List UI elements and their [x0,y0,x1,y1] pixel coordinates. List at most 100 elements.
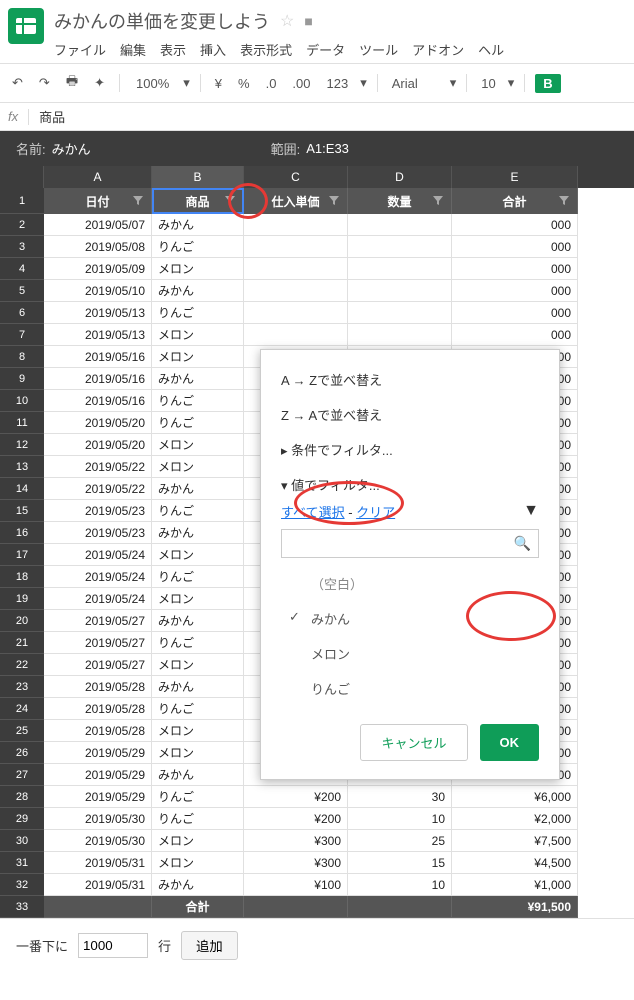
undo-icon[interactable]: ↶ [8,73,27,93]
select-all-corner[interactable] [0,166,44,188]
cell-product[interactable]: りんご [152,808,244,830]
cell-total[interactable]: 000 [452,302,578,324]
col-header-e[interactable]: E [452,166,578,188]
cell-date[interactable]: 2019/05/27 [44,610,152,632]
sort-az[interactable]: A → Zで並べ替え [261,362,559,397]
cell-date[interactable]: 2019/05/22 [44,478,152,500]
cell-date[interactable]: 2019/05/27 [44,654,152,676]
filter-name-value[interactable]: みかん [52,139,91,158]
row-num-1[interactable]: 1 [0,188,44,214]
cell-product[interactable]: みかん [152,764,244,786]
sort-za[interactable]: Z → Aで並べ替え [261,397,559,432]
cell-unit-price[interactable]: ¥300 [244,830,348,852]
print-icon[interactable]: 🖶 [62,70,82,96]
row-num[interactable]: 32 [0,874,44,896]
cell-date[interactable]: 2019/05/16 [44,368,152,390]
redo-icon[interactable]: ↷ [35,73,54,93]
cell-product[interactable]: メロン [152,434,244,456]
cell-date[interactable]: 2019/05/31 [44,852,152,874]
cell-total[interactable]: ¥6,000 [452,786,578,808]
add-rows-button[interactable]: 追加 [181,931,238,960]
filter-icon[interactable] [557,194,571,208]
cell-date[interactable]: 2019/05/08 [44,236,152,258]
cell-product[interactable]: みかん [152,214,244,236]
menu-tools[interactable]: ツール [359,40,398,59]
cell-product[interactable]: メロン [152,588,244,610]
cell-date[interactable]: 2019/05/24 [44,588,152,610]
cell-date[interactable]: 2019/05/31 [44,874,152,896]
clear-link[interactable]: クリア [356,505,395,520]
col-header-c[interactable]: C [244,166,348,188]
cell-product[interactable]: メロン [152,258,244,280]
row-num-33[interactable]: 33 [0,896,44,918]
cell-unit-price[interactable]: ¥300 [244,852,348,874]
row-num[interactable]: 30 [0,830,44,852]
cell-unit-price[interactable]: ¥200 [244,786,348,808]
cell-product[interactable]: りんご [152,412,244,434]
cell-total[interactable]: ¥4,500 [452,852,578,874]
col-header-a[interactable]: A [44,166,152,188]
menu-insert[interactable]: 挿入 [200,40,226,59]
row-num[interactable]: 21 [0,632,44,654]
funnel-icon[interactable]: ▼ [523,502,539,520]
cell-quantity[interactable]: 15 [348,852,452,874]
cell-quantity[interactable] [348,280,452,302]
row-num[interactable]: 7 [0,324,44,346]
cell-product[interactable]: メロン [152,456,244,478]
font-size[interactable]: 10 [477,74,499,93]
cell-total[interactable]: 000 [452,236,578,258]
cell-product[interactable]: みかん [152,676,244,698]
total-cell-c[interactable] [244,896,348,918]
total-cell-a[interactable] [44,896,152,918]
cell-unit-price[interactable] [244,280,348,302]
zoom-select[interactable]: 100% [130,74,175,93]
cell-total[interactable]: ¥2,000 [452,808,578,830]
cell-product[interactable]: メロン [152,742,244,764]
sheets-logo[interactable] [8,8,44,44]
filter-value-blank[interactable]: （空白） [281,566,539,601]
total-label[interactable]: 合計 [152,896,244,918]
font-select[interactable]: Arial [388,74,422,93]
cell-date[interactable]: 2019/05/27 [44,632,152,654]
cell-product[interactable]: メロン [152,654,244,676]
row-num[interactable]: 23 [0,676,44,698]
cell-product[interactable]: りんご [152,500,244,522]
row-num[interactable]: 2 [0,214,44,236]
cell-date[interactable]: 2019/05/24 [44,544,152,566]
row-num[interactable]: 19 [0,588,44,610]
cell-unit-price[interactable]: ¥100 [244,874,348,896]
cell-date[interactable]: 2019/05/23 [44,522,152,544]
row-num[interactable]: 6 [0,302,44,324]
star-icon[interactable]: ☆ [280,11,294,31]
cell-product[interactable]: メロン [152,544,244,566]
cell-unit-price[interactable]: ¥200 [244,808,348,830]
cell-date[interactable]: 2019/05/13 [44,302,152,324]
cell-date[interactable]: 2019/05/28 [44,676,152,698]
cell-product[interactable]: りんご [152,698,244,720]
cell-total[interactable]: 000 [452,280,578,302]
row-num[interactable]: 8 [0,346,44,368]
number-format[interactable]: 123 [323,74,353,93]
decrease-decimal[interactable]: .0 [262,74,281,93]
cell-product[interactable]: メロン [152,324,244,346]
cell-date[interactable]: 2019/05/22 [44,456,152,478]
folder-icon[interactable]: ■ [304,13,312,29]
row-num[interactable]: 17 [0,544,44,566]
filter-icon[interactable] [327,194,341,208]
cell-date[interactable]: 2019/05/10 [44,280,152,302]
filter-icon[interactable] [131,194,145,208]
cell-date[interactable]: 2019/05/20 [44,434,152,456]
cell-product[interactable]: みかん [152,280,244,302]
row-num[interactable]: 20 [0,610,44,632]
cell-product[interactable]: りんご [152,390,244,412]
menu-addons[interactable]: アドオン [412,40,464,59]
cell-product[interactable]: みかん [152,522,244,544]
cell-quantity[interactable] [348,214,452,236]
filter-value-mikan[interactable]: みかん [281,601,539,636]
filter-search-input[interactable] [281,529,539,558]
cancel-button[interactable]: キャンセル [360,724,467,761]
cell-product[interactable]: メロン [152,830,244,852]
filter-value-melon[interactable]: メロン [281,636,539,671]
cell-date[interactable]: 2019/05/30 [44,808,152,830]
total-cell-d[interactable] [348,896,452,918]
